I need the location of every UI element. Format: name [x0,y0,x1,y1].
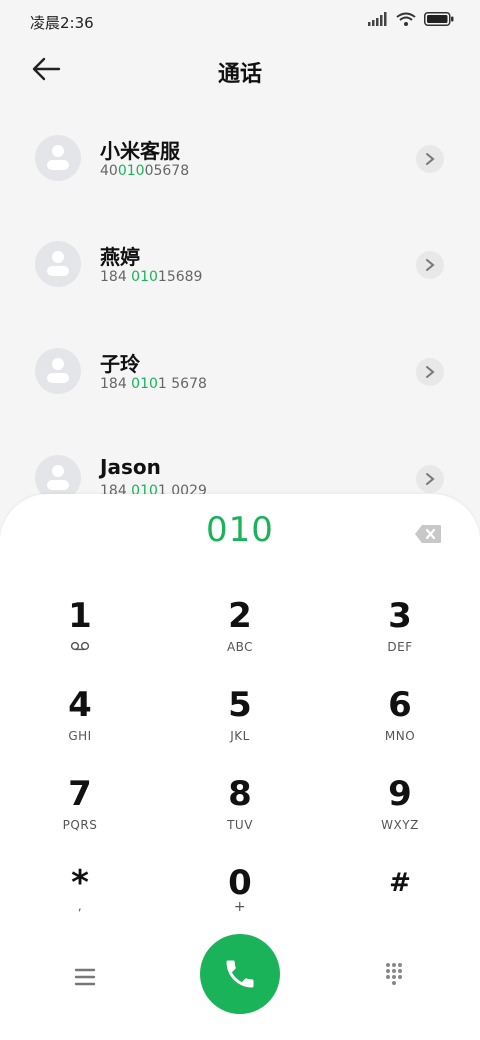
chevron-right-icon [426,153,435,165]
contact-number: 4001005678 [100,163,190,179]
key-digit: * [71,863,89,903]
key-digit: 4 [68,685,92,725]
key-star[interactable]: * , [20,863,140,943]
call-button[interactable] [200,934,280,1014]
avatar [35,241,81,287]
key-letters: TUV [227,818,253,832]
contact-detail-button[interactable] [416,251,444,279]
key-digit: 9 [388,774,412,814]
contact-item[interactable]: 小米客服 4001005678 [0,135,480,235]
contact-item[interactable]: 燕婷 184 01015689 [0,241,480,341]
backspace-icon [415,525,441,543]
dialed-number: 010 [206,510,274,550]
key-letters: + [233,899,247,915]
key-0[interactable]: 0 + [180,863,300,943]
contact-name: 燕婷 [100,245,140,269]
key-letters: DEF [387,640,413,654]
key-2[interactable]: 2 ABC [180,596,300,676]
header: 通话 [0,44,480,96]
contact-detail-button[interactable] [416,358,444,386]
key-4[interactable]: 4 GHI [20,685,140,765]
key-letters: , [77,899,83,913]
battery-icon [424,12,454,26]
contact-detail-button[interactable] [416,145,444,173]
key-digit: 3 [388,596,412,636]
key-digit: 2 [228,596,252,636]
key-letters: GHI [68,729,92,743]
status-icons [368,12,454,26]
key-9[interactable]: 9 WXYZ [340,774,460,854]
contact-name: Jason [100,455,161,479]
phone-icon [226,960,254,988]
key-hash[interactable]: # [340,863,460,943]
key-digit: 5 [228,685,252,725]
key-7[interactable]: 7 PQRS [20,774,140,854]
dialpad-panel: 010 1 2 ABC 3 DEF 4 GHI 5 JKL 6 MNO 7 PQ… [0,494,480,1040]
contact-name: 小米客服 [100,139,180,163]
wifi-icon [396,12,416,26]
contact-number: 184 01015689 [100,269,203,285]
status-bar: 凌晨2:36 [0,0,480,44]
key-1[interactable]: 1 [20,596,140,676]
key-digit: # [389,868,411,898]
key-letters [20,640,140,654]
menu-button[interactable] [66,964,104,990]
page-title: 通话 [217,62,262,87]
status-time: 凌晨2:36 [30,14,94,32]
key-3[interactable]: 3 DEF [340,596,460,676]
voicemail-icon [70,641,90,651]
contact-name: 子玲 [100,352,140,376]
key-letters: JKL [230,729,250,743]
keypad-toggle-button[interactable] [384,962,408,986]
avatar [35,135,81,181]
key-letters: WXYZ [381,818,419,832]
key-digit: 6 [388,685,412,725]
contact-number: 184 0101 5678 [100,376,207,392]
key-digit: 0 [228,863,252,903]
signal-icon [368,12,387,26]
key-letters: MNO [384,729,416,743]
dialer-actions [0,934,480,1014]
key-letters: PQRS [62,818,98,832]
avatar [35,348,81,394]
chevron-right-icon [426,473,435,485]
key-letters: ABC [226,640,254,654]
key-6[interactable]: 6 MNO [340,685,460,765]
menu-icon [74,968,96,986]
key-8[interactable]: 8 TUV [180,774,300,854]
delete-button[interactable] [414,524,442,544]
contact-detail-button[interactable] [416,465,444,493]
key-5[interactable]: 5 JKL [180,685,300,765]
key-digit: 7 [68,774,92,814]
keypad-icon [386,963,402,985]
chevron-right-icon [426,259,435,271]
contact-item[interactable]: 子玲 184 0101 5678 [0,348,480,448]
chevron-right-icon [426,366,435,378]
key-digit: 1 [68,596,92,636]
key-digit: 8 [228,774,252,814]
